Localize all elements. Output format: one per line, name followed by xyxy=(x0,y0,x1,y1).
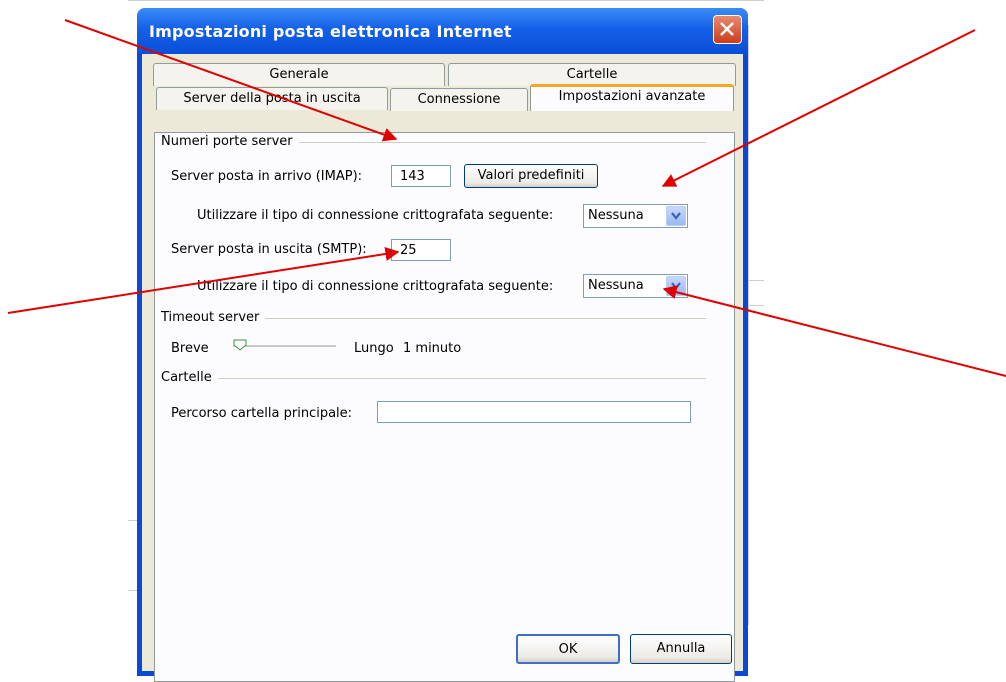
annotation-layer xyxy=(7,19,1006,377)
tab-label: Impostazioni avanzate xyxy=(558,89,706,104)
annotation-arrow-smtp xyxy=(7,247,400,314)
annotation-arrow-encryption xyxy=(662,285,1006,377)
annotation-arrow-imap xyxy=(64,19,398,142)
tab-impostazioni-avanzate[interactable]: Impostazioni avanzate xyxy=(530,84,734,111)
